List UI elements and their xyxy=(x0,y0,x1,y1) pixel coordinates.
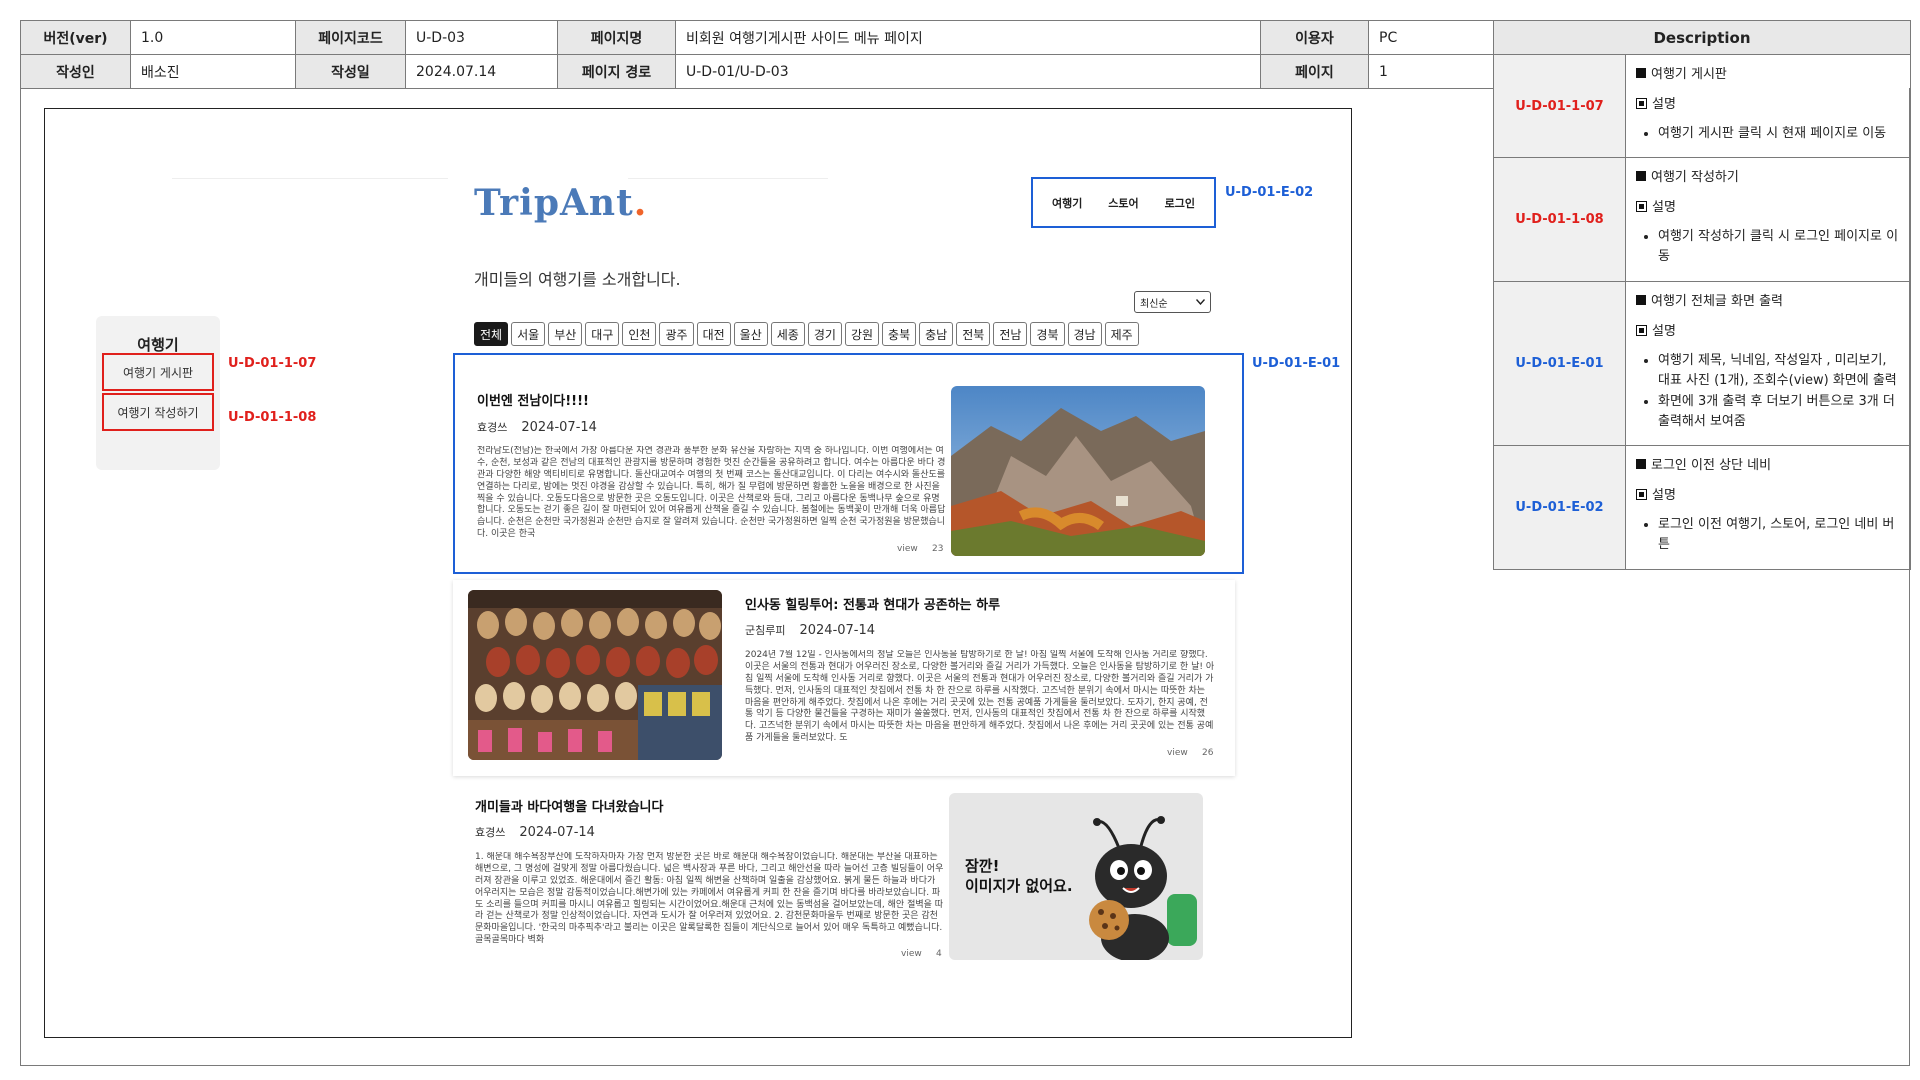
version-value: 1.0 xyxy=(130,20,296,55)
page-name-label: 페이지명 xyxy=(557,20,676,55)
region-chip[interactable]: 충남 xyxy=(919,322,954,346)
post-meta: 효경쓰 2024-07-14 xyxy=(475,824,595,840)
region-chip[interactable]: 경기 xyxy=(807,322,842,346)
region-chip[interactable]: 충북 xyxy=(882,322,917,346)
post-title[interactable]: 인사동 힐링투어: 전통과 현대가 공존하는 하루 xyxy=(745,594,1000,613)
side-menu-item-write[interactable]: 여행기 작성하기 xyxy=(102,393,214,431)
region-chip[interactable]: 전체 xyxy=(474,322,509,346)
top-nav: 여행기 스토어 로그인 xyxy=(1031,177,1216,228)
author-value: 배소진 xyxy=(130,54,296,89)
post-title[interactable]: 이번엔 전남이다!!!! xyxy=(477,390,589,409)
page-name-value: 비회원 여행기게시판 사이드 메뉴 페이지 xyxy=(675,20,1261,55)
post-meta: 군침루피 2024-07-14 xyxy=(745,622,875,638)
side-menu-item-board[interactable]: 여행기 게시판 xyxy=(102,353,214,391)
sort-select[interactable]: 최신순 xyxy=(1134,291,1211,313)
region-chip[interactable]: 제주 xyxy=(1104,322,1139,346)
placeholder-text: 잠깐! 이미지가 없어요. xyxy=(965,857,1073,895)
region-chip[interactable]: 울산 xyxy=(733,322,768,346)
version-label: 버전(ver) xyxy=(20,20,131,55)
region-chip[interactable]: 부산 xyxy=(548,322,583,346)
region-chip[interactable]: 경남 xyxy=(1067,322,1102,346)
post-views: view 4 xyxy=(901,949,942,959)
annotation-posts: U-D-01-E-01 xyxy=(1252,356,1341,371)
page-code-value: U-D-03 xyxy=(405,20,558,55)
region-chip[interactable]: 대구 xyxy=(585,322,620,346)
region-chip[interactable]: 서울 xyxy=(511,322,546,346)
post-card[interactable]: 개미들과 바다여행을 다녀왔습니다 효경쓰 2024-07-14 1. 해운대 해… xyxy=(453,782,1235,960)
meta-table: 버전(ver) 1.0 페이지코드 U-D-03 페이지명 비회원 여행기게시판… xyxy=(20,20,1494,89)
post-card[interactable]: 인사동 힐링투어: 전통과 현대가 공존하는 하루 군침루피 2024-07-14… xyxy=(453,580,1235,776)
user-label: 이용자 xyxy=(1260,20,1369,55)
post-meta: 효경쓰 2024-07-14 xyxy=(477,419,597,435)
path-value: U-D-01/U-D-03 xyxy=(675,54,1261,89)
path-label: 페이지 경로 xyxy=(557,54,676,89)
region-chip[interactable]: 광주 xyxy=(659,322,694,346)
annotation-board: U-D-01-1-07 xyxy=(228,356,317,371)
post-views: view 23 xyxy=(897,544,944,554)
site-logo[interactable]: TripAnt. xyxy=(474,182,647,224)
post-card[interactable]: 이번엔 전남이다!!!! 효경쓰 2024-07-14 전라남도(전남)는 한국에… xyxy=(453,353,1244,574)
side-menu: 여행기 여행기 게시판 여행기 작성하기 xyxy=(96,316,220,470)
annotation-write: U-D-01-1-08 xyxy=(228,410,317,425)
date-label: 작성일 xyxy=(295,54,406,89)
nav-item-login[interactable]: 로그인 xyxy=(1165,195,1195,211)
post-preview: 1. 해운대 해수욕장부산에 도착하자마자 가장 먼저 방문한 곳은 바로 해운… xyxy=(475,852,944,946)
page-label: 페이지 xyxy=(1260,54,1369,89)
post-image-placeholder[interactable]: 잠깐! 이미지가 없어요. xyxy=(949,793,1203,960)
page-code-label: 페이지코드 xyxy=(295,20,406,55)
page-value: 1 xyxy=(1368,54,1494,89)
side-menu-title: 여행기 xyxy=(137,336,179,354)
region-filter: 전체 서울 부산 대구 인천 광주 대전 울산 세종 경기 강원 충북 충남 전… xyxy=(474,322,1139,346)
square-bullet-icon xyxy=(1636,68,1646,78)
description-header: Description xyxy=(1493,20,1911,55)
user-value: PC xyxy=(1368,20,1494,55)
post-views: view 26 xyxy=(1167,748,1214,758)
post-date: 2024-07-14 xyxy=(521,420,597,435)
region-chip[interactable]: 인천 xyxy=(622,322,657,346)
divider xyxy=(628,178,828,179)
divider xyxy=(172,178,448,179)
nav-item-travelogue[interactable]: 여행기 xyxy=(1052,195,1082,211)
post-image-mountain[interactable] xyxy=(951,386,1205,556)
nav-item-store[interactable]: 스토어 xyxy=(1108,195,1138,211)
post-date: 2024-07-14 xyxy=(519,825,595,840)
post-date: 2024-07-14 xyxy=(799,623,876,638)
post-preview: 2024년 7월 12일 - 인사동에서의 정날 오늘은 인사동을 탐방하기로 … xyxy=(745,650,1215,744)
region-chip[interactable]: 대전 xyxy=(696,322,731,346)
post-image-masks[interactable] xyxy=(468,590,722,760)
region-chip[interactable]: 세종 xyxy=(770,322,805,346)
region-chip[interactable]: 전남 xyxy=(993,322,1028,346)
page-tagline: 개미들의 여행기를 소개합니다. xyxy=(474,270,681,289)
post-author: 군침루피 xyxy=(745,624,786,637)
post-author: 효경쓰 xyxy=(475,826,506,839)
chevron-down-icon xyxy=(1196,299,1205,305)
ant-mascot-icon xyxy=(1089,816,1197,960)
post-preview: 전라남도(전남)는 한국에서 가장 아름다운 자연 경관과 풍부한 문화 유산을… xyxy=(477,446,946,540)
region-chip[interactable]: 경북 xyxy=(1030,322,1065,346)
post-title[interactable]: 개미들과 바다여행을 다녀왔습니다 xyxy=(475,796,663,815)
desc-heading: 여행기 게시판 xyxy=(1636,65,1900,85)
author-label: 작성인 xyxy=(20,54,131,89)
post-author: 효경쓰 xyxy=(477,421,508,434)
region-chip[interactable]: 강원 xyxy=(844,322,880,346)
date-value: 2024.07.14 xyxy=(405,54,558,89)
region-chip[interactable]: 전북 xyxy=(956,322,991,346)
annotation-nav: U-D-01-E-02 xyxy=(1225,185,1314,200)
